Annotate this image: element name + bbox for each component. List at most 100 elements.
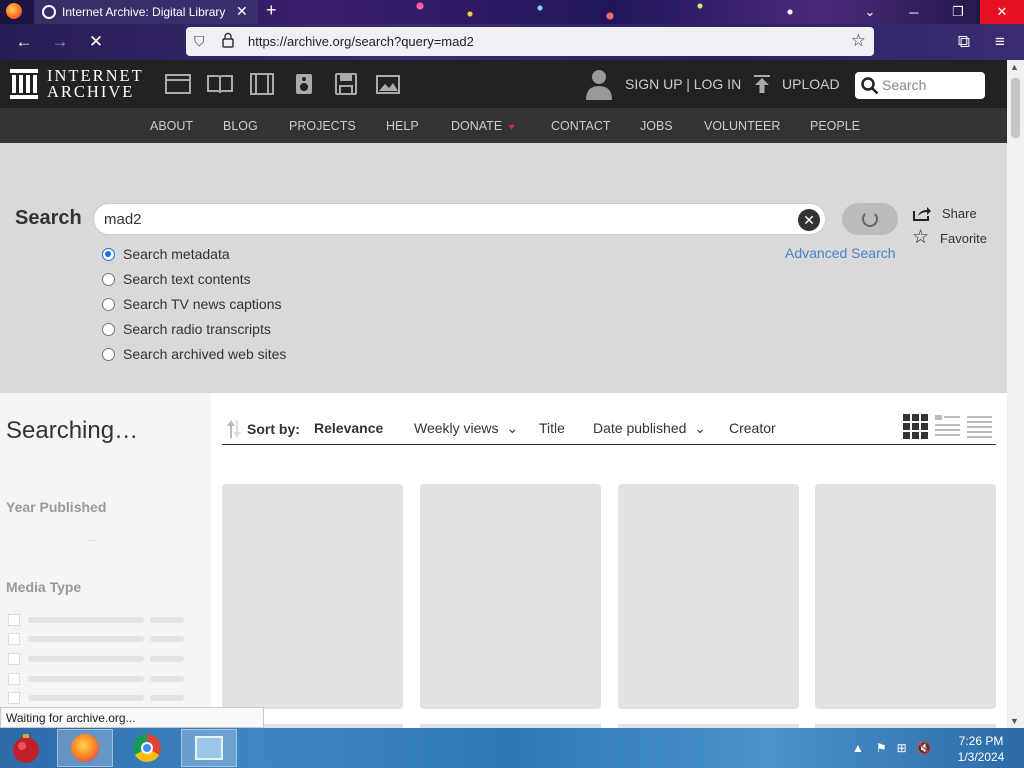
stop-loading-icon[interactable]: ✕: [84, 30, 108, 54]
browser-tab-active[interactable]: Internet Archive: Digital Library: [34, 0, 258, 24]
firefox-icon[interactable]: [6, 3, 22, 19]
radio-unselected[interactable]: [102, 297, 115, 311]
chevron-down-icon: ⌄: [694, 420, 707, 436]
taskbar-firefox[interactable]: [57, 729, 113, 767]
page-content: INTERNET ARCHIVE SIGN UP | LOG IN UPLOAD…: [0, 60, 1007, 728]
facet-placeholder-row: [8, 673, 188, 685]
nav-jobs[interactable]: JOBS: [640, 119, 673, 133]
list-detail-view-icon[interactable]: [935, 414, 960, 439]
show-hidden-icons-icon[interactable]: ▲: [852, 741, 864, 755]
search-option-radio[interactable]: Search radio transcripts: [102, 321, 271, 337]
texts-icon[interactable]: [207, 73, 233, 95]
software-icon[interactable]: [333, 73, 359, 95]
search-submit-button[interactable]: [842, 203, 898, 235]
tab-close-icon[interactable]: ✕: [236, 3, 248, 20]
upload-icon: [754, 75, 770, 93]
firefox-icon: [71, 734, 99, 762]
bookmark-star-icon[interactable]: ☆: [851, 31, 866, 51]
nav-people[interactable]: PEOPLE: [810, 119, 860, 133]
nav-help[interactable]: HELP: [386, 119, 419, 133]
sort-option-label: Weekly views: [414, 420, 499, 436]
volume-muted-icon[interactable]: 🔇: [917, 741, 932, 755]
nav-contact[interactable]: CONTACT: [551, 119, 611, 133]
radio-unselected[interactable]: [102, 272, 115, 286]
nav-donate[interactable]: DONATE ♥: [451, 119, 515, 133]
video-icon[interactable]: [249, 73, 275, 95]
clear-search-icon[interactable]: ✕: [798, 209, 820, 231]
audio-icon[interactable]: [291, 73, 317, 95]
sort-weekly-views[interactable]: Weekly views ⌄: [414, 420, 518, 437]
nav-blog[interactable]: BLOG: [223, 119, 258, 133]
new-tab-icon[interactable]: +: [266, 0, 277, 21]
search-option-label: Search text contents: [123, 271, 251, 287]
scrollbar-thumb[interactable]: [1011, 78, 1020, 138]
search-option-label: Search archived web sites: [123, 346, 287, 362]
radio-unselected[interactable]: [102, 347, 115, 361]
nav-volunteer[interactable]: VOLUNTEER: [704, 119, 780, 133]
header-search-placeholder: Search: [882, 77, 927, 93]
clock-time: 7:26 PM: [958, 734, 1004, 748]
wordmark-line2: ARCHIVE: [47, 82, 135, 101]
url-text[interactable]: https://archive.org/search?query=mad2: [248, 34, 474, 49]
search-option-metadata[interactable]: Search metadata: [102, 246, 230, 262]
sort-direction-icon[interactable]: [227, 418, 241, 440]
web-icon[interactable]: [165, 73, 191, 95]
search-input[interactable]: mad2 ✕: [93, 203, 826, 235]
ia-top-bar: INTERNET ARCHIVE SIGN UP | LOG IN UPLOAD…: [0, 60, 1007, 108]
nav-about[interactable]: ABOUT: [150, 119, 193, 133]
radio-selected[interactable]: [102, 247, 115, 261]
upload-label: UPLOAD: [782, 76, 840, 92]
advanced-search-link[interactable]: Advanced Search: [785, 245, 896, 261]
sort-relevance[interactable]: Relevance: [314, 420, 383, 436]
share-button[interactable]: Share: [912, 205, 977, 221]
chevron-down-icon: ⌄: [506, 420, 519, 436]
radio-unselected[interactable]: [102, 322, 115, 336]
restore-button[interactable]: ❐: [936, 0, 980, 24]
scroll-up-icon[interactable]: ▲: [1010, 62, 1019, 72]
chevron-down-icon[interactable]: ⌄: [848, 0, 892, 24]
upload-link[interactable]: UPLOAD: [752, 74, 840, 94]
search-option-text[interactable]: Search text contents: [102, 271, 251, 287]
search-query-text[interactable]: mad2: [104, 211, 142, 228]
sort-title[interactable]: Title: [539, 420, 565, 436]
favorite-button[interactable]: ☆ Favorite: [912, 228, 987, 247]
back-icon[interactable]: ←: [12, 30, 36, 54]
close-window-button[interactable]: ✕: [980, 0, 1024, 24]
control-panel-icon: [195, 736, 223, 760]
ia-logo[interactable]: INTERNET ARCHIVE: [10, 67, 144, 101]
network-icon[interactable]: ⊞: [897, 741, 907, 755]
search-option-label: Search radio transcripts: [123, 321, 271, 337]
facet-media-title[interactable]: Media Type: [6, 579, 81, 595]
sort-date-published[interactable]: Date published ⌄: [593, 420, 706, 437]
search-option-web[interactable]: Search archived web sites: [102, 346, 286, 362]
nav-projects[interactable]: PROJECTS: [289, 119, 356, 133]
start-button[interactable]: [8, 731, 44, 765]
result-tile-placeholder: [815, 484, 996, 709]
user-avatar-icon[interactable]: [585, 68, 613, 100]
lock-icon[interactable]: [222, 32, 234, 48]
signup-login-link[interactable]: SIGN UP | LOG IN: [625, 76, 741, 92]
taskbar-control-panel[interactable]: [181, 729, 237, 767]
flag-icon[interactable]: ⚑: [876, 741, 887, 755]
header-search-input[interactable]: Search: [855, 72, 985, 99]
forward-icon[interactable]: →: [48, 30, 72, 54]
address-bar[interactable]: ⛉ https://archive.org/search?query=mad2 …: [186, 27, 874, 56]
menu-icon[interactable]: ≡: [988, 30, 1012, 54]
facet-year-title[interactable]: Year Published: [6, 499, 106, 515]
images-icon[interactable]: [375, 73, 401, 95]
minimize-button[interactable]: ─: [892, 0, 936, 24]
search-option-label: Search TV news captions: [123, 296, 282, 312]
list-compact-view-icon[interactable]: [967, 414, 992, 439]
share-label: Share: [942, 205, 977, 221]
search-option-tv[interactable]: Search TV news captions: [102, 296, 282, 312]
facet-year-loading: ...: [89, 533, 98, 544]
taskbar-chrome[interactable]: [119, 729, 175, 767]
scroll-down-icon[interactable]: ▼: [1010, 716, 1019, 726]
tile-view-icon[interactable]: [903, 414, 928, 439]
shield-icon[interactable]: ⛉: [194, 33, 205, 50]
account-area[interactable]: SIGN UP | LOG IN: [585, 68, 741, 100]
page-scrollbar[interactable]: ▲ ▼: [1007, 60, 1024, 728]
extensions-icon[interactable]: ⧉: [952, 30, 976, 54]
sort-creator[interactable]: Creator: [729, 420, 776, 436]
taskbar-clock[interactable]: 7:26 PM 1/3/2024: [946, 733, 1016, 765]
